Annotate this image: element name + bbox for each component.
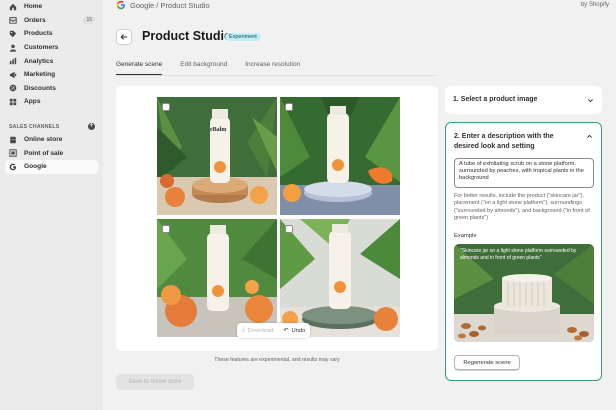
chevron-down-icon — [588, 99, 593, 103]
sidebar-item-label: Customers — [24, 44, 59, 52]
target-icon — [9, 71, 17, 79]
sidebar-item-home[interactable]: Home — [0, 0, 103, 14]
tab-increase-resolution[interactable]: Increase resolution — [245, 59, 300, 75]
google-icon — [9, 163, 17, 171]
generated-image-2[interactable] — [280, 97, 400, 215]
regenerate-scene-button[interactable]: Regenerate scene — [454, 355, 520, 370]
sidebar-item-products[interactable]: Products — [0, 27, 103, 41]
app-title: Google / Product Studio — [130, 1, 210, 10]
sidebar-item-point-of-sale[interactable]: Point of sale — [0, 146, 103, 160]
page-title: Product Studio — [142, 29, 232, 43]
tabs-divider — [116, 75, 436, 76]
sidebar-item-label: Home — [24, 3, 43, 11]
scene-image-3 — [157, 219, 277, 337]
sidebar-item-label: Discounts — [24, 84, 56, 92]
back-button[interactable] — [116, 29, 132, 45]
sidebar-item-customers[interactable]: Customers — [0, 41, 103, 55]
product-brand-label: eBalm — [210, 127, 227, 133]
sidebar-item-label: Apps — [24, 98, 41, 106]
description-input[interactable]: A tube of exfoliating scrub on a stone p… — [454, 158, 594, 188]
scene-image-1 — [157, 97, 277, 215]
save-to-online-store-button[interactable]: Save to online store — [116, 374, 194, 390]
sidebar-item-discounts[interactable]: Discounts — [0, 82, 103, 96]
step-description: 2. Enter a description with the desired … — [445, 122, 602, 381]
tab-bar: Generate scene Edit background Increase … — [116, 59, 318, 75]
add-channel-icon[interactable]: + — [88, 123, 95, 131]
example-label: Example — [454, 233, 477, 239]
orders-icon — [9, 16, 17, 25]
image-4-checkbox[interactable] — [285, 225, 293, 233]
undo-icon: ↶ — [283, 328, 289, 334]
step-select-image[interactable]: 1. Select a product image — [445, 86, 602, 114]
app-topbar: Google / Product Studio by Shopify — [103, 0, 616, 12]
image-1-checkbox[interactable] — [162, 103, 170, 111]
scene-image-2 — [280, 97, 400, 215]
sidebar-item-label: Marketing — [24, 71, 56, 79]
sidebar-item-label: Analytics — [24, 57, 54, 65]
store-icon — [9, 136, 17, 144]
discount-icon — [9, 84, 17, 92]
scene-image-4 — [280, 219, 400, 337]
example-caption: "Skincare jar on a light stone platform … — [460, 248, 577, 261]
step1-title: 1. Select a product image — [453, 96, 538, 103]
sidebar-item-label: Orders — [24, 16, 46, 24]
tab-edit-background[interactable]: Edit background — [180, 59, 227, 75]
tab-generate-scene[interactable]: Generate scene — [116, 59, 163, 75]
arrow-left-icon — [120, 34, 128, 40]
google-logo-icon — [116, 0, 125, 10]
generated-image-3[interactable] — [157, 219, 277, 337]
home-icon — [9, 3, 17, 11]
download-icon: ⤓ — [242, 327, 245, 333]
sidebar-item-label: Google — [24, 163, 47, 171]
example-image: "Skincare jar on a light stone platform … — [454, 244, 594, 342]
experiment-badge: Experiment — [225, 33, 261, 41]
by-shopify: by Shopify — [580, 1, 609, 8]
sales-channels-header: SALES CHANNELS + — [0, 121, 103, 133]
image-2-checkbox[interactable] — [285, 103, 293, 111]
sidebar-item-marketing[interactable]: Marketing — [0, 68, 103, 82]
experimental-note: These features are experimental, and res… — [214, 357, 340, 363]
sidebar-item-label: Online store — [24, 136, 63, 144]
sidebar-item-google[interactable]: Google — [5, 159, 98, 174]
undo-label: Undo — [291, 327, 306, 334]
chevron-up-icon[interactable] — [586, 133, 593, 140]
generated-image-1[interactable]: eBalm — [157, 97, 277, 215]
step2-title: 2. Enter a description with the desired … — [454, 133, 554, 150]
undo-button[interactable]: ↶ Undo — [278, 323, 310, 338]
description-help-text: For better results, include the product … — [454, 193, 590, 222]
sidebar-item-label: Point of sale — [24, 149, 64, 157]
sidebar-item-online-store[interactable]: Online store — [0, 133, 103, 147]
apps-icon — [9, 98, 17, 106]
sidebar-item-apps[interactable]: Apps — [0, 95, 103, 109]
sales-channels-label: SALES CHANNELS — [9, 123, 60, 130]
chart-icon — [9, 57, 17, 65]
image-action-bar: ⤓ Download ↶ Undo — [237, 323, 311, 338]
sidebar-item-analytics[interactable]: Analytics — [0, 54, 103, 68]
pos-icon — [9, 149, 17, 157]
sidebar-item-orders[interactable]: Orders 15 — [0, 14, 103, 28]
image-3-checkbox[interactable] — [162, 225, 170, 233]
sidebar-item-label: Products — [24, 30, 53, 38]
generated-image-4[interactable] — [280, 219, 400, 337]
orders-count-badge: 15 — [83, 16, 95, 25]
download-label: Download — [247, 327, 274, 334]
download-button[interactable]: ⤓ Download — [237, 323, 278, 338]
sidebar: Home Orders 15 Products Customers Analyt… — [0, 0, 103, 410]
tag-icon — [9, 30, 17, 38]
person-icon — [9, 44, 17, 52]
